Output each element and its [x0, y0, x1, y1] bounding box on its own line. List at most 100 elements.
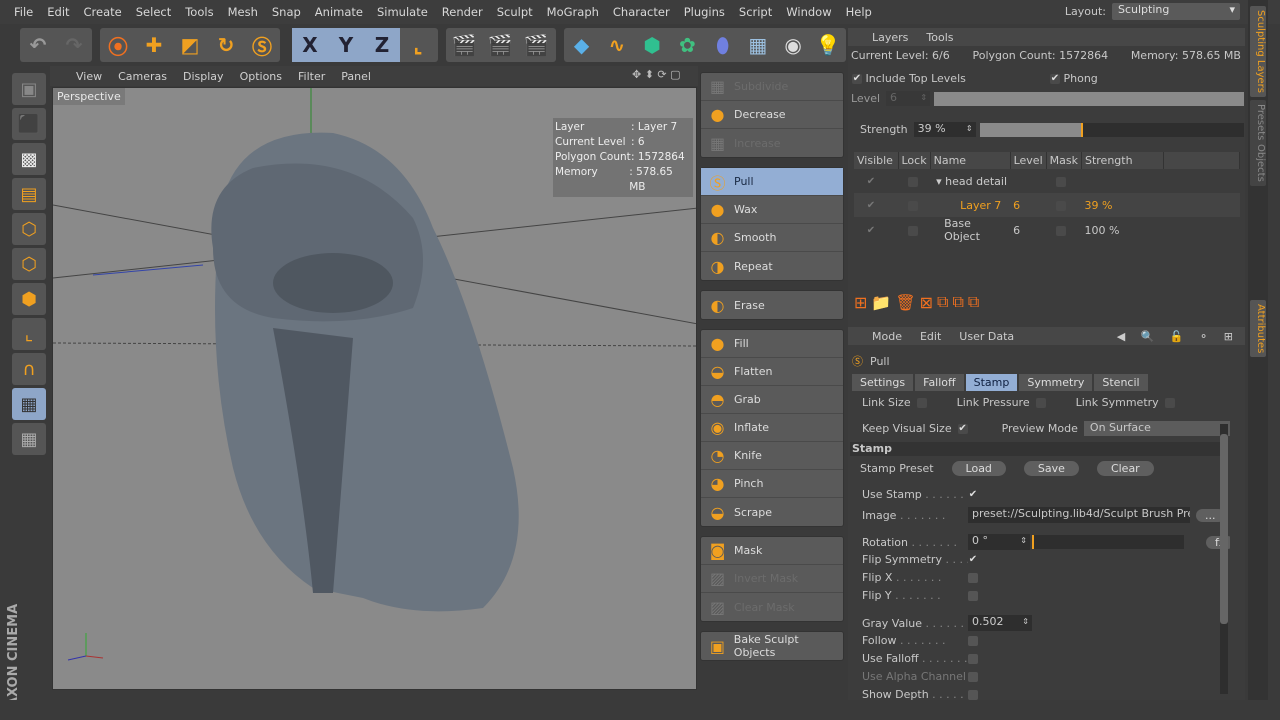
gray-value-input[interactable]: 0.502 — [968, 615, 1032, 631]
brush-pinch[interactable]: ◕ Pinch — [701, 470, 843, 498]
menu-file[interactable]: File — [14, 5, 33, 19]
link-pressure-checkbox[interactable] — [1035, 397, 1046, 408]
viewport[interactable]: Perspective Layer: Layer 7 Current Level:… — [52, 87, 697, 690]
brush-pull[interactable]: Ⓢ Pull — [701, 168, 843, 196]
spline-icon[interactable]: ∿ — [599, 28, 634, 62]
use-alpha-channel-checkbox[interactable] — [968, 671, 978, 682]
mask-checkbox[interactable] — [1056, 200, 1067, 211]
cube-icon[interactable]: ◆ — [564, 28, 599, 62]
mode-menu[interactable]: Mode — [872, 330, 902, 343]
tab-symmetry[interactable]: Symmetry — [1019, 374, 1093, 391]
column-lock[interactable]: Lock — [898, 152, 931, 169]
brush-flatten[interactable]: ◒ Flatten — [701, 358, 843, 386]
layer-name[interactable]: Layer 7 — [960, 199, 1001, 212]
render-settings-icon[interactable]: 🎬 — [518, 28, 554, 62]
layer-row[interactable]: ✔ Base Object 6 100 % — [854, 217, 1240, 243]
render-picture-icon[interactable]: 🎬 — [482, 28, 518, 62]
lock-checkbox[interactable] — [908, 176, 918, 187]
column-strength[interactable]: Strength — [1081, 152, 1164, 169]
nurbs-icon[interactable]: ⬢ — [635, 28, 670, 62]
flip-symmetry-checkbox[interactable]: ✔ — [968, 554, 978, 565]
visible-checkbox[interactable]: ✔ — [866, 176, 876, 187]
mask-checkbox[interactable] — [1056, 225, 1067, 236]
scale-tool-icon[interactable]: ◩ — [172, 28, 208, 62]
tab-stencil[interactable]: Stencil — [1094, 374, 1148, 391]
flip-y-checkbox[interactable] — [968, 590, 978, 601]
lock-workplane-icon[interactable]: ▦ — [12, 388, 46, 420]
brush-subdivide[interactable]: ▦ Subdivide — [701, 73, 843, 101]
delete-layer-icon[interactable]: 🗑 — [895, 293, 915, 312]
z-axis-button[interactable]: Z — [364, 28, 400, 62]
layer-name[interactable]: head detail — [945, 175, 1007, 188]
rotation-slider[interactable] — [1032, 535, 1184, 549]
expand-arrow-icon[interactable]: ▾ — [936, 175, 945, 188]
viewport-menu-filter[interactable]: Filter — [298, 70, 325, 83]
column-visible[interactable]: Visible — [854, 152, 899, 169]
brush-smooth[interactable]: ◐ Smooth — [701, 224, 843, 252]
attributes-scrollbar[interactable] — [1220, 424, 1228, 694]
move-tool-icon[interactable]: ✚ — [136, 28, 172, 62]
x-axis-button[interactable]: X — [292, 28, 328, 62]
floor-icon[interactable]: ▦ — [740, 28, 775, 62]
mograph-icon[interactable]: ✿ — [670, 28, 705, 62]
tab-layers[interactable]: Layers — [872, 31, 908, 44]
keep-visual-size-checkbox[interactable]: ✔ — [957, 423, 968, 434]
planar-workplane-icon[interactable]: ▦ — [12, 423, 46, 455]
viewport-menu-cameras[interactable]: Cameras — [118, 70, 167, 83]
brush-inflate[interactable]: ◉ Inflate — [701, 414, 843, 442]
image-input[interactable]: preset://Sculpting.lib4d/Sculpt Brush Pr… — [968, 507, 1190, 523]
brush-knife[interactable]: ◔ Knife — [701, 442, 843, 470]
y-axis-button[interactable]: Y — [328, 28, 364, 62]
column-name[interactable]: Name — [930, 152, 1011, 169]
link-symmetry-checkbox[interactable] — [1164, 397, 1175, 408]
menu-character[interactable]: Character — [613, 5, 670, 19]
menu-create[interactable]: Create — [84, 5, 122, 19]
checkbox[interactable]: ✔ — [852, 73, 862, 84]
render-view-icon[interactable]: 🎬 — [446, 28, 482, 62]
tab-settings[interactable]: Settings — [852, 374, 914, 391]
brush-wax[interactable]: ● Wax — [701, 196, 843, 224]
add-layer-icon[interactable]: ⊞ — [854, 293, 867, 312]
sculpt-brush-icon[interactable]: Ⓢ — [244, 28, 280, 62]
clear-button[interactable]: Clear — [1096, 461, 1154, 476]
edges-mode-icon[interactable]: ⬡ — [12, 248, 46, 280]
menu-mograph[interactable]: MoGraph — [547, 5, 599, 19]
viewport-menu-panel[interactable]: Panel — [341, 70, 371, 83]
use-stamp-checkbox[interactable]: ✔ — [968, 489, 978, 500]
menu-select[interactable]: Select — [136, 5, 171, 19]
make-editable-icon[interactable]: ▣ — [12, 73, 46, 105]
tab-falloff[interactable]: Falloff — [915, 374, 964, 391]
menu-snap[interactable]: Snap — [272, 5, 301, 19]
viewport-nav-icons[interactable]: ✥ ⬍ ⟳ ▢ — [632, 68, 681, 81]
axis-mode-icon[interactable]: ⌞ — [12, 318, 46, 350]
lock-checkbox[interactable] — [908, 225, 918, 236]
brush-clear-mask[interactable]: ▨ Clear Mask — [701, 593, 843, 621]
texture-mode-icon[interactable]: ▩ — [12, 143, 46, 175]
coordinate-system-icon[interactable]: ⌞ — [400, 28, 436, 62]
attribute-nav-icons[interactable]: ◀ 🔍 🔓 ⚬ ⊞ — [1117, 330, 1239, 343]
mask-checkbox[interactable] — [1056, 176, 1067, 187]
add-folder-icon[interactable]: 📁 — [871, 293, 891, 312]
side-tab-attributes[interactable]: Attributes — [1250, 300, 1266, 358]
side-tab-sculpting-layers[interactable]: Sculpting Layers — [1250, 6, 1266, 97]
brush-decrease[interactable]: ● Decrease — [701, 101, 843, 129]
visible-checkbox[interactable]: ✔ — [866, 225, 876, 236]
save-button[interactable]: Save — [1023, 461, 1079, 476]
column-mask[interactable]: Mask — [1046, 152, 1082, 169]
camera-icon[interactable]: ◉ — [776, 28, 811, 62]
select-tool-icon[interactable]: ⦿ — [100, 28, 136, 62]
link-size-checkbox[interactable] — [916, 397, 927, 408]
undo-icon[interactable]: ↶ — [20, 28, 56, 62]
show-depth-checkbox[interactable] — [968, 689, 978, 700]
checkbox[interactable]: ✔ — [1050, 73, 1060, 84]
menu-render[interactable]: Render — [442, 5, 483, 19]
strength-slider[interactable] — [979, 122, 1244, 137]
layer-row[interactable]: ✔ Layer 7 6 39 % — [854, 193, 1240, 217]
include-top-levels[interactable]: ✔ Include Top Levels — [852, 72, 966, 85]
phong-toggle[interactable]: ✔ Phong — [1050, 72, 1098, 85]
brush-erase[interactable]: ◐ Erase — [701, 291, 843, 319]
side-tab-presets[interactable]: Presets — [1250, 100, 1266, 145]
layout-dropdown[interactable]: Sculpting — [1112, 3, 1240, 20]
collapse-icon[interactable]: ⧉ — [968, 292, 979, 312]
brush-fill[interactable]: ● Fill — [701, 330, 843, 358]
